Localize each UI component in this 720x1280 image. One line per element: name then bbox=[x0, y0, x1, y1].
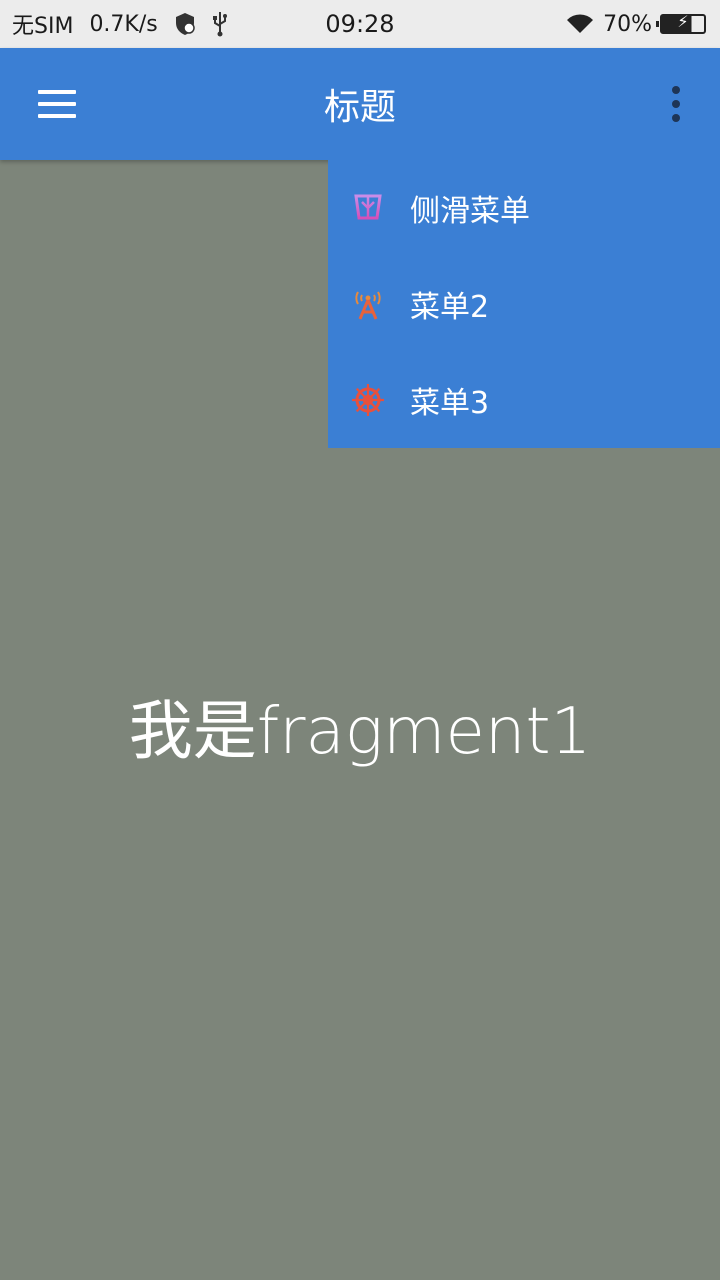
app-bar: 标题 bbox=[0, 48, 720, 160]
ship-icon bbox=[350, 190, 386, 226]
status-time: 09:28 bbox=[325, 10, 395, 38]
menu-item-label: 菜单3 bbox=[410, 386, 490, 421]
wifi-icon bbox=[565, 13, 595, 35]
battery-icon: ⚡ bbox=[656, 12, 706, 34]
status-bar: 无SIM 0.7K/s 09:28 70% ⚡ bbox=[0, 0, 720, 48]
menu-item-2[interactable]: 菜单2 bbox=[328, 256, 720, 352]
fragment-content-text: 我是fragment1 bbox=[128, 695, 592, 769]
page-title: 标题 bbox=[323, 87, 396, 128]
battery-percent: 70% bbox=[603, 11, 652, 37]
antenna-icon bbox=[350, 286, 386, 322]
hamburger-menu-icon[interactable] bbox=[26, 78, 86, 130]
menu-item-label: 侧滑菜单 bbox=[410, 194, 530, 229]
menu-item-label: 菜单2 bbox=[410, 290, 490, 325]
menu-item-side-drawer[interactable]: 侧滑菜单 bbox=[328, 160, 720, 256]
ship-wheel-icon bbox=[350, 382, 386, 418]
menu-item-3[interactable]: 菜单3 bbox=[328, 352, 720, 448]
more-vert-icon[interactable] bbox=[656, 82, 696, 126]
app-screen: 无SIM 0.7K/s 09:28 70% ⚡ 标题 侧滑菜单 菜单2 菜单3 … bbox=[0, 0, 720, 1280]
overflow-popup-menu: 侧滑菜单 菜单2 菜单3 bbox=[328, 160, 720, 448]
